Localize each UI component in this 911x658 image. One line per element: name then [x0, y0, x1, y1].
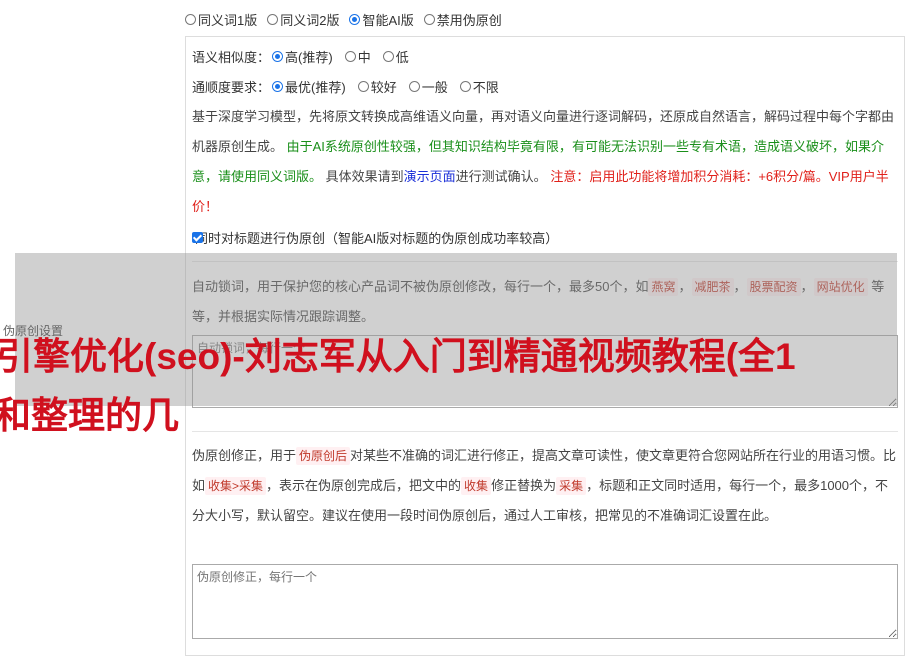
radio-selected-icon[interactable]	[272, 51, 284, 62]
fluency-any[interactable]: 不限	[459, 77, 499, 96]
fluency-best[interactable]: 最优(推荐)	[272, 77, 346, 96]
correction-description: 伪原创修正，用于 伪原创后 对某些不准确的词汇进行修正，提高文章可读性，使文章更符合…	[192, 447, 897, 523]
fluency-good[interactable]: 较好	[357, 77, 397, 96]
mode-option-disable[interactable]: 禁用伪原创	[423, 10, 502, 29]
radio-icon[interactable]	[267, 14, 279, 25]
similarity-medium[interactable]: 中	[344, 47, 371, 66]
banner-text-line2: 和整理的几	[0, 395, 179, 436]
radio-icon[interactable]	[423, 14, 435, 25]
radio-icon[interactable]	[382, 51, 394, 62]
fluency-row: 通顺度要求： 最优(推荐) 较好 一般 不限	[192, 77, 499, 96]
divider	[192, 431, 898, 432]
radio-icon[interactable]	[344, 51, 356, 62]
demo-page-link[interactable]: 演示页面	[404, 169, 456, 184]
similarity-label: 语义相似度：	[192, 50, 271, 65]
mode-option-ai[interactable]: 智能AI版	[349, 10, 414, 29]
banner-overlay	[15, 253, 897, 406]
radio-icon[interactable]	[357, 81, 369, 92]
mode-radio-group: 同义词1版 同义词2版 智能AI版 禁用伪原创	[185, 10, 502, 29]
correction-textarea[interactable]	[192, 564, 898, 639]
mode-option-synonym-2[interactable]: 同义词2版	[267, 10, 339, 29]
mode-option-synonym-1[interactable]: 同义词1版	[185, 10, 257, 29]
ai-description: 基于深度学习模型，先将原文转换成高维语义向量，再对语义向量进行逐词解码，还原成自…	[192, 109, 895, 214]
fluency-normal[interactable]: 一般	[408, 77, 448, 96]
radio-icon[interactable]	[459, 81, 471, 92]
radio-selected-icon[interactable]	[349, 14, 361, 25]
radio-selected-icon[interactable]	[272, 81, 284, 92]
similarity-high[interactable]: 高(推荐)	[272, 47, 333, 66]
checkbox-checked-icon[interactable]	[192, 232, 203, 243]
radio-icon[interactable]	[408, 81, 420, 92]
radio-icon[interactable]	[185, 14, 196, 25]
similarity-row: 语义相似度： 高(推荐) 中 低	[192, 47, 409, 66]
banner-text-line1: 引擎优化(seo)-刘志军从入门到精通视频教程(全1	[0, 336, 796, 377]
title-rewrite-checkbox[interactable]: 同时对标题进行伪原创（智能AI版对标题的伪原创成功率较高）	[192, 228, 558, 247]
fluency-label: 通顺度要求：	[192, 80, 271, 95]
similarity-low[interactable]: 低	[382, 47, 409, 66]
